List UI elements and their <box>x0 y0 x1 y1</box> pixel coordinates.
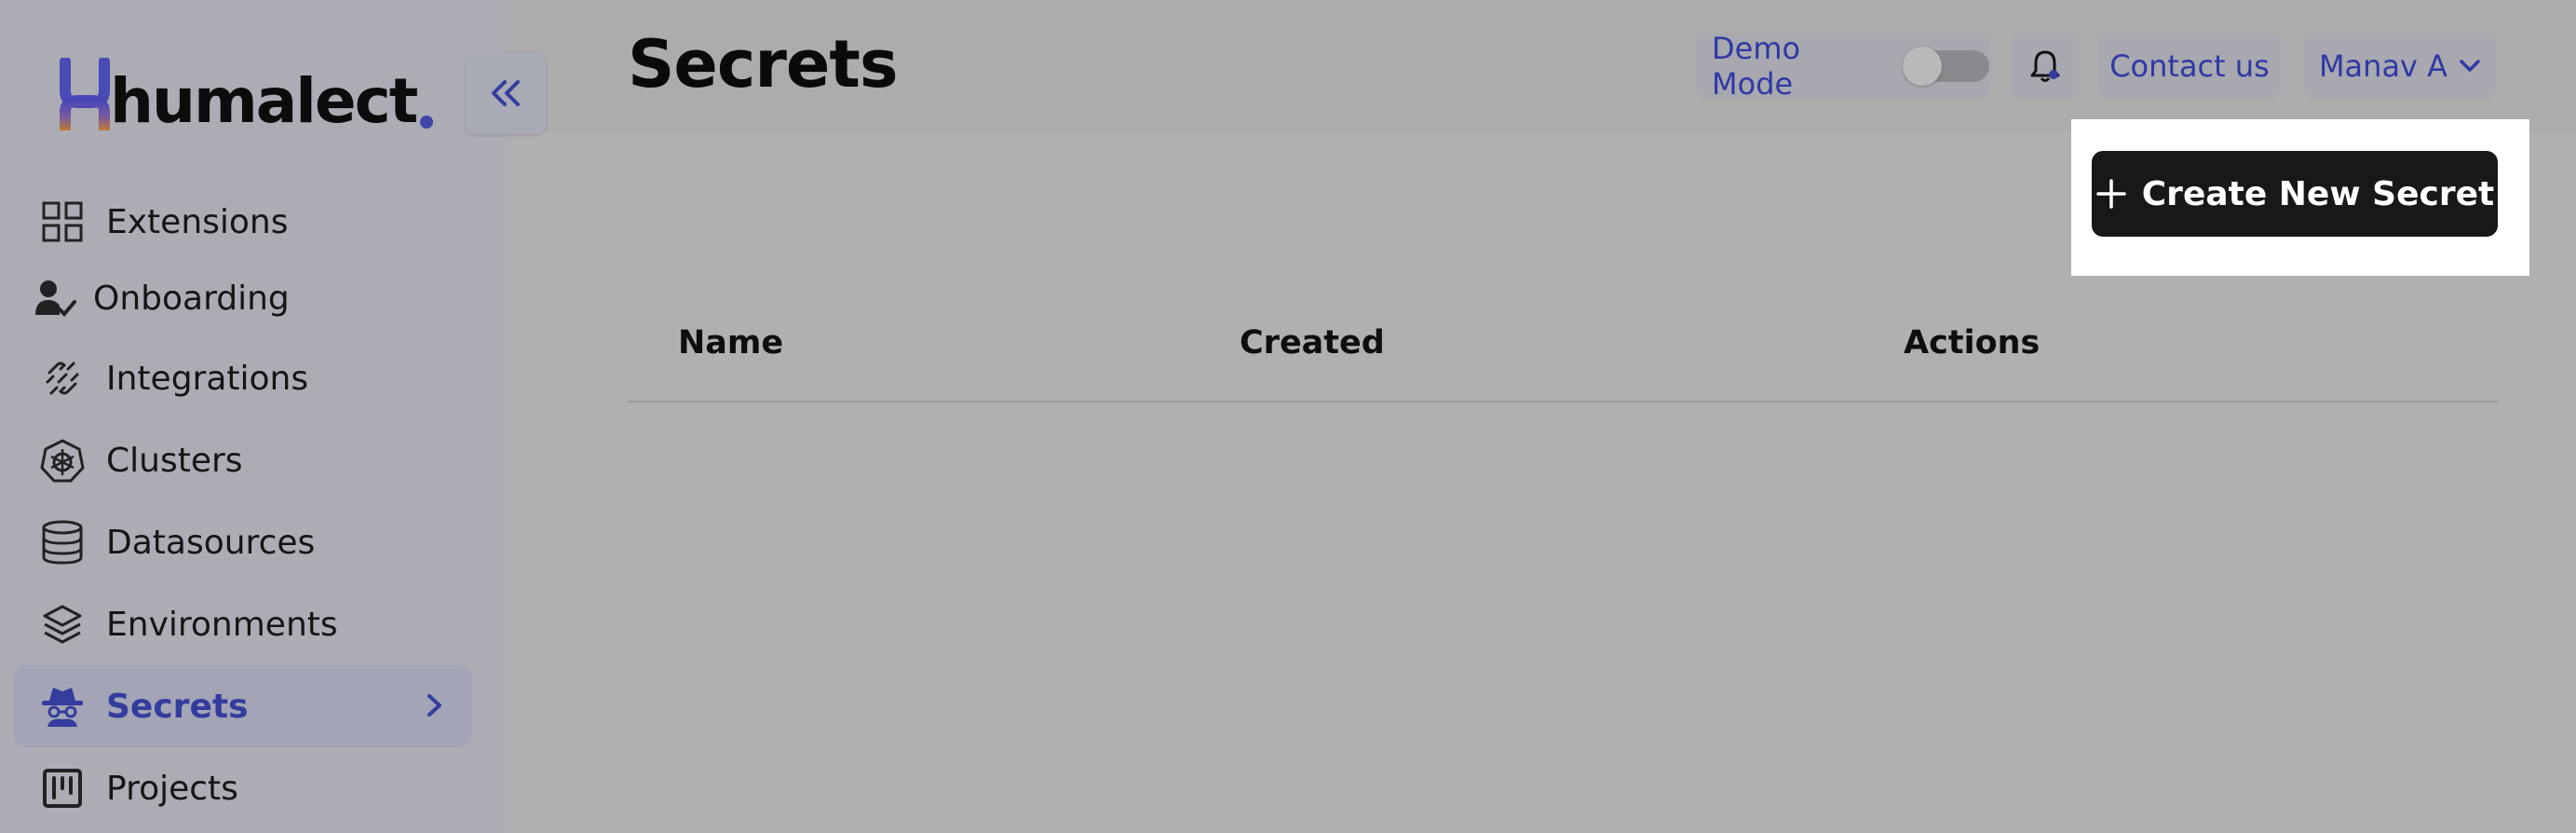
plus-icon <box>2096 179 2126 209</box>
logo-dot <box>420 116 434 129</box>
page-title: Secrets <box>628 26 899 102</box>
user-name: Manav A <box>2318 48 2448 84</box>
kubernetes-icon <box>39 437 86 484</box>
sidebar-item-projects[interactable]: Projects <box>13 747 472 829</box>
sidebar-item-integrations[interactable]: Integrations <box>13 337 472 419</box>
chevron-down-icon <box>2460 60 2480 72</box>
chevron-right-icon <box>427 694 441 717</box>
database-icon <box>39 519 86 566</box>
sidebar-item-label: Clusters <box>106 441 243 480</box>
sidebar-item-label: Extensions <box>106 202 289 241</box>
sidebar-item-label: Environments <box>106 605 338 644</box>
collapse-sidebar-button[interactable] <box>466 52 546 134</box>
demo-mode-toggle[interactable] <box>1903 47 1989 86</box>
create-new-secret-label: Create New Secret <box>2141 174 2495 213</box>
create-new-secret-button[interactable]: Create New Secret <box>2092 151 2498 237</box>
integrations-icon <box>39 355 86 402</box>
logo-mark-icon <box>60 58 110 130</box>
column-header-name: Name <box>678 324 784 362</box>
demo-mode-label: Demo Mode <box>1712 31 1801 102</box>
column-header-created: Created <box>1240 324 1385 362</box>
column-header-actions: Actions <box>1904 324 2040 362</box>
sidebar-item-label: Integrations <box>106 359 309 398</box>
sidebar-item-onboarding[interactable]: Onboarding <box>13 257 472 339</box>
layers-icon <box>39 601 86 648</box>
grid-icon <box>39 198 86 245</box>
notifications-button[interactable] <box>2012 34 2079 99</box>
double-chevron-left-icon <box>492 80 520 106</box>
bell-icon <box>2030 50 2060 82</box>
kanban-icon <box>39 765 86 812</box>
user-menu-button[interactable]: Manav A <box>2304 34 2496 99</box>
sidebar-item-label: Onboarding <box>93 279 290 318</box>
contact-us-label: Contact us <box>2109 48 2270 84</box>
sidebar-item-extensions[interactable]: Extensions <box>13 181 472 263</box>
sidebar-item-label: Secrets <box>106 687 249 726</box>
table-header-divider <box>628 401 2498 403</box>
sidebar-item-secrets[interactable]: Secrets <box>13 665 472 747</box>
logo-text: humalect <box>110 65 418 137</box>
spy-icon <box>39 683 86 730</box>
user-check-icon <box>34 275 76 321</box>
sidebar-item-clusters[interactable]: Clusters <box>13 419 472 501</box>
sidebar-item-datasources[interactable]: Datasources <box>13 501 472 583</box>
toggle-knob <box>1903 47 1943 86</box>
logo[interactable]: humalect <box>58 58 434 137</box>
contact-us-link[interactable]: Contact us <box>2099 34 2280 99</box>
sidebar-item-environments[interactable]: Environments <box>13 583 472 665</box>
sidebar-item-label: Projects <box>106 769 238 808</box>
demo-mode-control: Demo Mode <box>1695 31 1989 102</box>
sidebar-item-label: Datasources <box>106 523 316 562</box>
